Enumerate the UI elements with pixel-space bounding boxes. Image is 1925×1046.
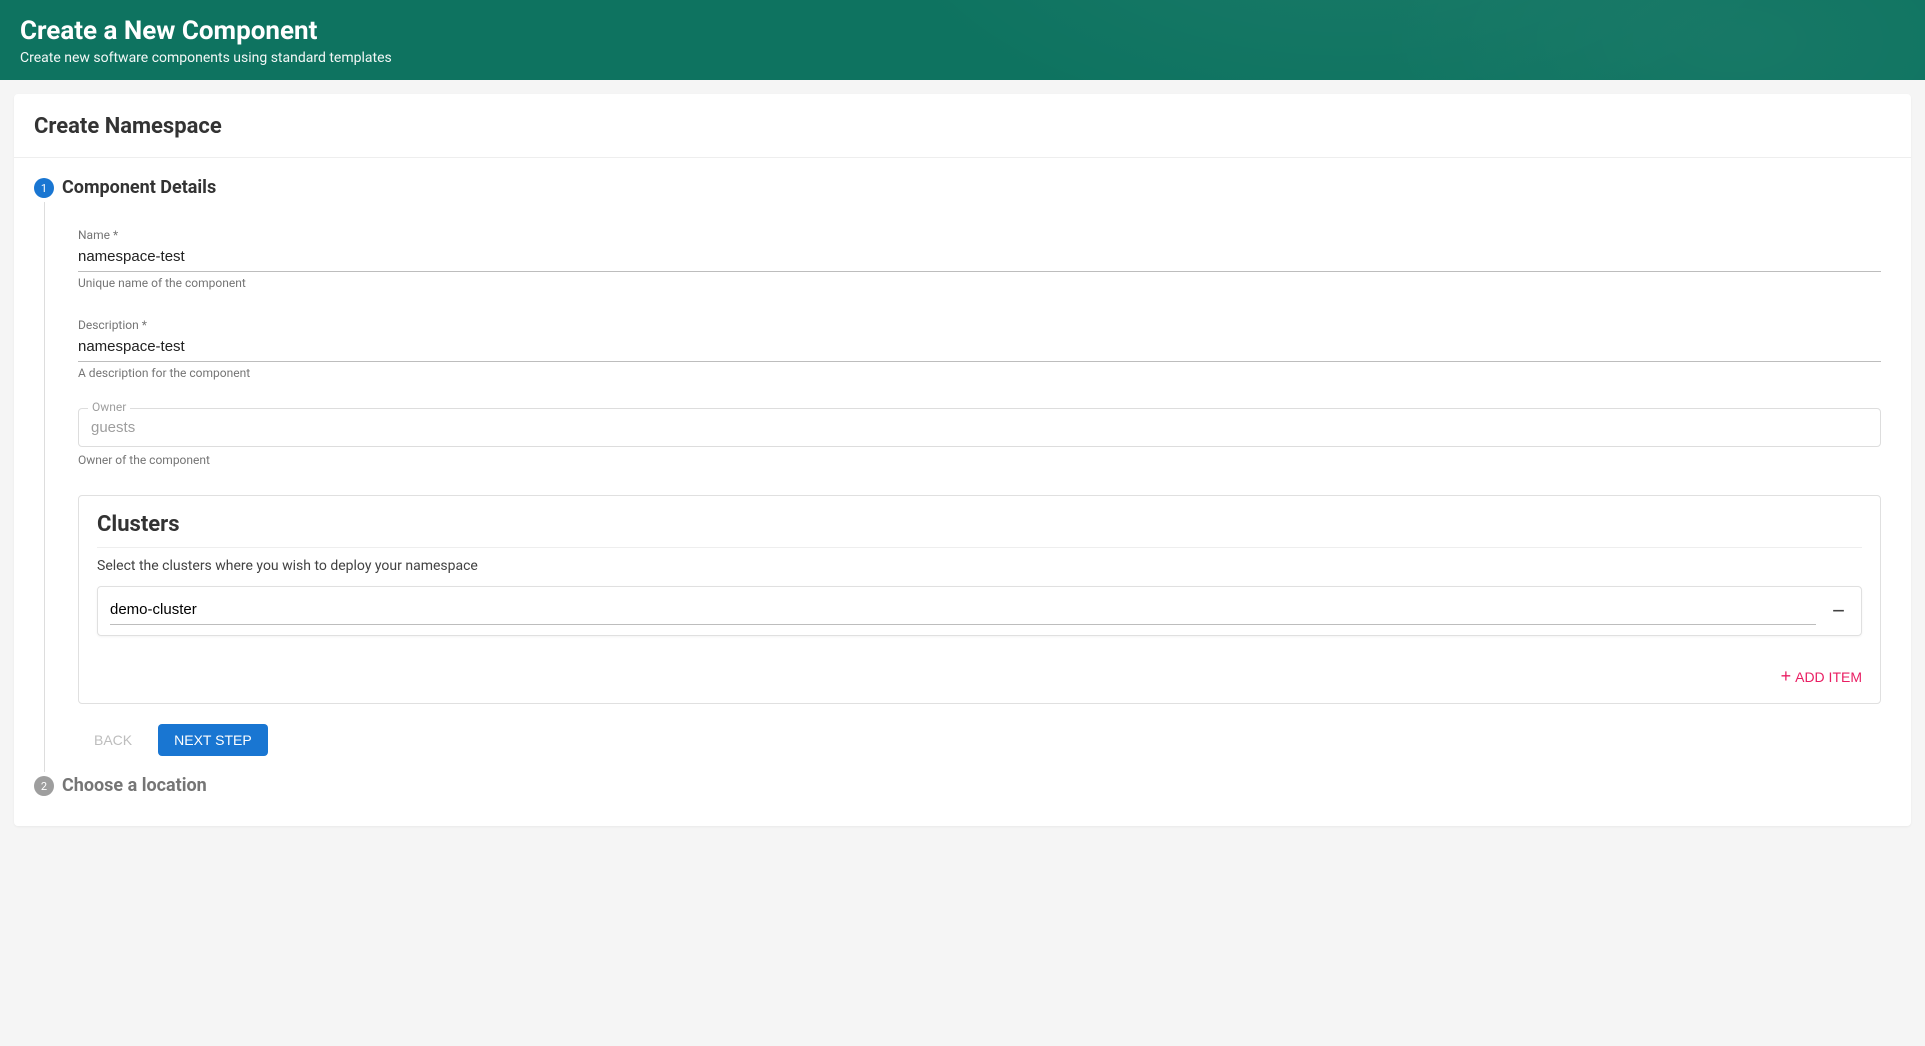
owner-input[interactable] [78,408,1881,447]
name-label: Name * [78,228,1881,242]
step-1-buttons: BACK NEXT STEP [78,724,1881,756]
step-1-body: Name * Unique name of the component Desc… [78,228,1881,756]
owner-label: Owner [88,400,130,414]
step-2-content: Choose a location [62,776,1891,806]
back-button[interactable]: BACK [78,724,148,756]
content-wrapper: Create Namespace 1 Component Details [0,80,1925,840]
step-1-indicator: 1 [34,178,54,776]
description-input[interactable] [78,334,1881,362]
step-1-circle: 1 [34,178,54,198]
page-subtitle: Create new software components using sta… [20,50,1905,66]
next-step-button[interactable]: NEXT STEP [158,724,268,756]
minus-icon: − [1832,598,1845,623]
name-input[interactable] [78,244,1881,272]
step-2-label[interactable]: Choose a location [62,776,1891,796]
owner-field-group: Owner Owner of the component [78,408,1881,467]
cluster-item-row: − [97,586,1862,636]
step-connector-line [44,202,45,772]
plus-icon: + [1781,666,1792,687]
description-label: Description * [78,318,1881,332]
step-1-label: Component Details [62,178,1891,198]
step-2-circle: 2 [34,776,54,796]
page-title: Create a New Component [20,16,1905,46]
cluster-input[interactable] [110,597,1816,625]
clusters-title: Clusters [97,512,1862,541]
name-field-group: Name * Unique name of the component [78,228,1881,290]
description-help: A description for the component [78,366,1881,380]
description-field-group: Description * A description for the comp… [78,318,1881,380]
step-1: 1 Component Details Name * Unique name o… [34,178,1891,776]
page-header: Create a New Component Create new softwa… [0,0,1925,80]
name-help: Unique name of the component [78,276,1881,290]
owner-outlined: Owner [78,408,1881,447]
clusters-description: Select the clusters where you wish to de… [97,547,1862,574]
step-2-indicator: 2 [34,776,54,806]
add-item-row: + ADD ITEM [97,642,1862,687]
main-card: Create Namespace 1 Component Details [14,94,1911,826]
add-item-button[interactable]: + ADD ITEM [1781,666,1862,687]
owner-help: Owner of the component [78,453,1881,467]
remove-cluster-button[interactable]: − [1816,600,1849,622]
step-2: 2 Choose a location [34,776,1891,806]
clusters-section: Clusters Select the clusters where you w… [78,495,1881,704]
add-item-label: ADD ITEM [1795,669,1862,685]
stepper: 1 Component Details Name * Unique name o… [14,158,1911,826]
step-1-content: Component Details Name * Unique name of … [62,178,1891,776]
card-title: Create Namespace [14,94,1911,158]
